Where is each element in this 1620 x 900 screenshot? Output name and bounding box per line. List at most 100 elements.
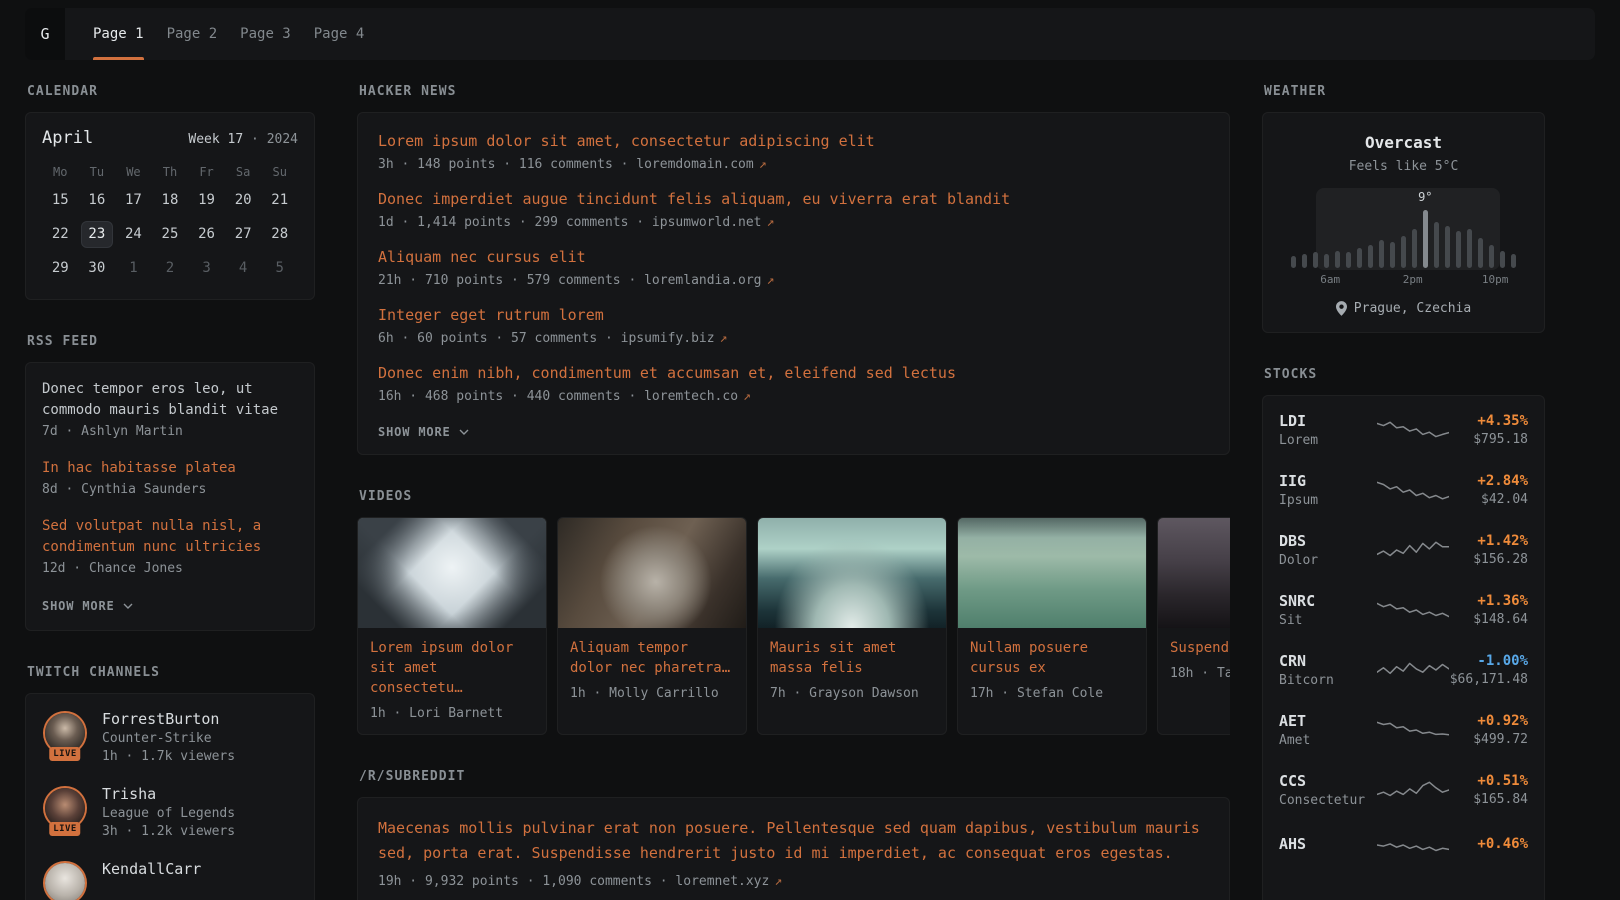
video-card[interactable]: Suspendisse diam 18h · Tara [1157,517,1230,735]
stock-row[interactable]: AET Amet +0.92% $499.72 [1263,700,1544,760]
stock-row[interactable]: SNRC Sit +1.36% $148.64 [1263,580,1544,640]
channel-name: ForrestBurton [102,710,235,728]
rss-item-link[interactable]: Donec tempor eros leo, ut commodo mauris… [42,379,298,421]
external-link-icon[interactable]: ↗ [774,874,782,889]
calendar-section-title: CALENDAR [27,84,315,99]
stock-sparkline [1377,417,1449,443]
live-badge: LIVE [49,822,80,836]
middle-column: HACKER NEWS Lorem ipsum dolor sit amet, … [357,84,1230,900]
rss-section: RSS FEED Donec tempor eros leo, ut commo… [25,334,315,631]
calendar-day: 21 [265,188,295,213]
tab-page-1[interactable]: Page 1 [93,8,144,60]
channel-info: Trisha League of Legends 3h · 1.2k viewe… [102,785,235,839]
video-title: Lorem ipsum dolor sit amet consectetu… [370,638,534,698]
video-meta: 1h · Molly Carrillo [570,686,734,701]
twitch-channel[interactable]: LIVE ForrestBurton Counter-Strike 1h · 1… [42,710,298,764]
calendar-day: 29 [45,256,75,281]
calendar-day-next-month: 4 [228,256,258,281]
stock-change: +2.84% [1477,473,1528,489]
stock-name: Consectetur [1279,793,1365,808]
twitch-channel[interactable]: KendallCarr [42,860,298,900]
stock-values: -1.00% $66,171.48 [1450,653,1528,687]
stock-sparkline [1377,477,1449,503]
video-card[interactable]: Nullam posuere cursus ex 17h · Stefan Co… [957,517,1147,735]
avatar: LIVE [42,785,88,831]
rss-item-link[interactable]: In hac habitasse platea [42,458,298,479]
left-column: CALENDAR April Week 17 · 2024 Mo Tu We T… [25,84,315,900]
stock-row[interactable]: AHS +0.46% [1263,820,1544,870]
video-card[interactable]: Aliquam tempor dolor nec pharetra… 1h · … [557,517,747,735]
hn-item-link[interactable]: Integer eget rutrum lorem [378,305,1209,325]
calendar-day: 16 [82,188,112,213]
rss-item-meta: 7d · Ashlyn Martin [42,424,298,439]
twitch-channel[interactable]: LIVE Trisha League of Legends 3h · 1.2k … [42,785,298,839]
hn-item: Lorem ipsum dolor sit amet, consectetur … [378,131,1209,172]
dow-mo: Mo [42,165,79,179]
hn-show-more-label: SHOW MORE [378,425,451,439]
external-link-icon[interactable]: ↗ [759,157,767,172]
hn-item-link[interactable]: Donec imperdiet augue tincidunt felis al… [378,189,1209,209]
rss-show-more-button[interactable]: SHOW MORE [42,599,133,613]
video-card[interactable]: Lorem ipsum dolor sit amet consectetu… 1… [357,517,547,735]
stock-id: CCS Consectetur [1279,772,1365,808]
stock-values: +1.36% $148.64 [1473,593,1528,627]
chevron-down-icon [123,603,133,609]
hn-item-link[interactable]: Donec enim nibh, condimentum et accumsan… [378,363,1209,383]
page-tabs: Page 1 Page 2 Page 3 Page 4 [65,8,387,60]
subreddit-post-link[interactable]: Maecenas mollis pulvinar erat non posuer… [378,816,1209,866]
hn-show-more-button[interactable]: SHOW MORE [378,425,469,439]
stock-price: $148.64 [1473,612,1528,627]
external-link-icon[interactable]: ↗ [767,273,775,288]
tab-page-4[interactable]: Page 4 [314,8,365,60]
video-card[interactable]: Mauris sit amet massa felis 7h · Grayson… [757,517,947,735]
stock-row[interactable]: LDI Lorem +4.35% $795.18 [1263,400,1544,460]
calendar-day: 24 [118,222,148,247]
stock-row[interactable]: IIG Ipsum +2.84% $42.04 [1263,460,1544,520]
videos-section-title: VIDEOS [359,489,1230,504]
app-logo[interactable]: G [25,8,65,60]
stock-id: AHS [1279,835,1365,856]
hn-item-link[interactable]: Aliquam nec cursus elit [378,247,1209,267]
video-meta: 1h · Lori Barnett [370,706,534,721]
video-list: Lorem ipsum dolor sit amet consectetu… 1… [357,517,1230,735]
stock-row[interactable]: DBS Dolor +1.42% $156.28 [1263,520,1544,580]
external-link-icon[interactable]: ↗ [743,389,751,404]
rss-item-meta: 12d · Chance Jones [42,561,298,576]
tab-page-3[interactable]: Page 3 [240,8,291,60]
weather-section: WEATHER Overcast Feels like 5°C 9° 6am 2… [1262,84,1545,333]
stock-sparkline [1377,537,1449,563]
chevron-down-icon [459,429,469,435]
channel-game: League of Legends [102,806,235,821]
video-title: Nullam posuere cursus ex [970,638,1134,678]
hn-meta-text: 3h · 148 points · 116 comments · loremdo… [378,157,754,172]
hn-meta-text: 16h · 468 points · 440 comments · loremt… [378,389,738,404]
dow-su: Su [261,165,298,179]
stock-row[interactable]: CCS Consectetur +0.51% $165.84 [1263,760,1544,820]
dow-we: We [115,165,152,179]
calendar-day: 19 [192,188,222,213]
external-link-icon[interactable]: ↗ [767,215,775,230]
calendar-day: 30 [82,256,112,281]
rss-item-link[interactable]: Sed volutpat nulla nisl, a condimentum n… [42,516,298,558]
video-title: Aliquam tempor dolor nec pharetra… [570,638,734,678]
calendar-day-next-month: 2 [155,256,185,281]
calendar-day: 28 [265,222,295,247]
dow-tu: Tu [79,165,116,179]
channel-avatar-image [45,863,85,900]
channel-viewers: 3h · 1.2k viewers [102,824,235,839]
stock-price: $66,171.48 [1450,672,1528,687]
hn-item-link[interactable]: Lorem ipsum dolor sit amet, consectetur … [378,131,1209,151]
stock-row[interactable]: CRN Bitcorn -1.00% $66,171.48 [1263,640,1544,700]
video-thumbnail [558,518,746,628]
external-link-icon[interactable]: ↗ [720,331,728,346]
tab-page-2[interactable]: Page 2 [167,8,218,60]
calendar-day: 25 [155,222,185,247]
stock-values: +2.84% $42.04 [1477,473,1528,507]
calendar-grid: Mo Tu We Th Fr Sa Su 15 16 17 18 19 20 2… [42,165,298,281]
stock-id: IIG Ipsum [1279,472,1365,508]
stock-price: $42.04 [1477,492,1528,507]
location-pin-icon [1336,301,1347,316]
rss-item: Sed volutpat nulla nisl, a condimentum n… [42,516,298,576]
calendar-day-next-month: 5 [265,256,295,281]
stock-values: +0.46% [1477,836,1528,855]
